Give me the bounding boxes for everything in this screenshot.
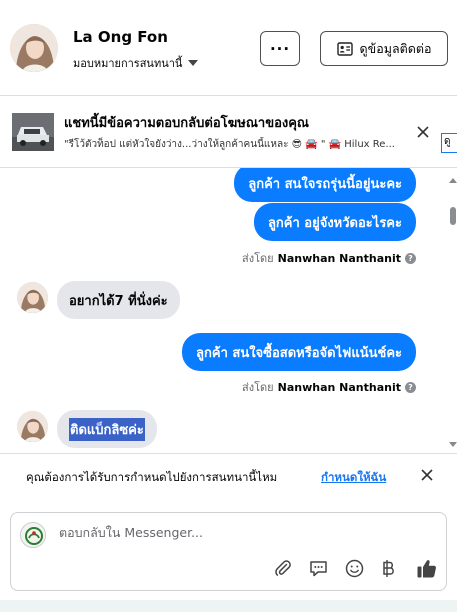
assign-label: มอบหมายการสนทนานี้ bbox=[73, 57, 183, 70]
contact-card-icon bbox=[336, 41, 353, 56]
message-thread[interactable]: ลูกค้า สนใจรถรุ่นนี้อยู่นะคะ ลูกค้า อยู่… bbox=[0, 168, 457, 453]
thumbs-up-icon bbox=[417, 559, 436, 577]
info-icon[interactable]: ? bbox=[405, 252, 416, 264]
paperclip-icon bbox=[275, 560, 291, 576]
assign-to-me-link[interactable]: กำหนดให้ฉัน bbox=[321, 469, 386, 487]
payment-button[interactable] bbox=[378, 557, 400, 579]
emoji-button[interactable] bbox=[343, 557, 365, 579]
message-text: ลูกค้า อยู่จังหวัดอะไรคะ bbox=[267, 215, 402, 231]
message-text: อยากได้7 ที่นั่งค่ะ bbox=[69, 293, 168, 309]
like-button[interactable] bbox=[415, 557, 437, 579]
ad-reply-banner: แชทนี้มีข้อความตอบกลับต่อโฆษณาของคุณ "รี… bbox=[0, 96, 457, 168]
attach-button[interactable] bbox=[272, 557, 294, 579]
chevron-down-icon bbox=[188, 60, 199, 66]
view-contact-button[interactable]: ดูข้อมูลติดต่อ bbox=[320, 31, 448, 66]
saved-replies-button[interactable] bbox=[307, 557, 329, 579]
ad-thumbnail[interactable] bbox=[12, 113, 54, 151]
reminder-text: คุณต้องการได้รับการกำหนดไปยังการสนทนานี้… bbox=[26, 470, 278, 484]
emoji-icon bbox=[345, 559, 363, 577]
message-text: ลูกค้า สนใจซื้อสดหรือจัดไฟแน้นช์คะ bbox=[196, 345, 402, 361]
baht-icon bbox=[383, 559, 394, 577]
incoming-message[interactable]: ติดแบ็กลิซค่ะ bbox=[57, 410, 157, 448]
sent-by-label: ส่งโดย Nanwhan Nanthanit ? bbox=[242, 249, 416, 267]
scrollbar-thumb[interactable] bbox=[450, 207, 456, 225]
close-icon bbox=[421, 469, 433, 481]
outgoing-message[interactable]: ลูกค้า สนใจรถรุ่นนี้อยู่นะคะ bbox=[234, 168, 416, 202]
sender-name: Nanwhan Nanthanit bbox=[277, 251, 401, 265]
ad-banner-title: แชทนี้มีข้อความตอบกลับต่อโฆษณาของคุณ bbox=[64, 116, 309, 131]
chat-bubble-icon bbox=[309, 560, 327, 576]
assign-dropdown[interactable]: มอบหมายการสนทนานี้ bbox=[73, 54, 199, 72]
ad-banner-subtitle: "รีโว้ตัวท็อป แต่หัวใจยังว่าง...ว่างให้ล… bbox=[64, 139, 395, 150]
message-text-selected: ติดแบ็กลิซค่ะ bbox=[69, 417, 145, 441]
contact-avatar-small bbox=[17, 282, 48, 313]
view-contact-label: ดูข้อมูลติดต่อ bbox=[359, 40, 432, 56]
reply-input[interactable] bbox=[59, 525, 429, 540]
more-icon: ··· bbox=[269, 39, 291, 58]
incoming-message[interactable]: อยากได้7 ที่นั่งค่ะ bbox=[57, 281, 180, 319]
sender-name: Nanwhan Nanthanit bbox=[277, 380, 401, 394]
contact-name[interactable]: La Ong Fon bbox=[73, 28, 168, 46]
contact-avatar-small bbox=[17, 411, 48, 442]
sent-by-prefix: ส่งโดย bbox=[242, 381, 274, 394]
assign-reminder-bar: คุณต้องการได้รับการกำหนดไปยังการสนทนานี้… bbox=[0, 453, 457, 499]
ad-view-button[interactable]: ดู bbox=[441, 133, 457, 153]
outgoing-message[interactable]: ลูกค้า สนใจซื้อสดหรือจัดไฟแน้นช์คะ bbox=[182, 333, 416, 371]
message-text: ลูกค้า สนใจรถรุ่นนี้อยู่นะคะ bbox=[248, 176, 402, 192]
bottom-strip bbox=[0, 600, 457, 612]
outgoing-message[interactable]: ลูกค้า อยู่จังหวัดอะไรคะ bbox=[253, 203, 416, 241]
reminder-close-button[interactable] bbox=[420, 467, 434, 486]
more-options-button[interactable]: ··· bbox=[260, 31, 300, 66]
ad-banner-close-button[interactable] bbox=[416, 124, 430, 143]
conversation-header: La Ong Fon มอบหมายการสนทนานี้ ··· ดูข้อม… bbox=[0, 0, 457, 96]
close-icon bbox=[417, 126, 429, 138]
sent-by-prefix: ส่งโดย bbox=[242, 252, 274, 265]
contact-avatar[interactable] bbox=[10, 24, 58, 72]
scroll-up-arrow[interactable] bbox=[449, 178, 457, 183]
message-composer bbox=[10, 512, 447, 591]
sent-by-label: ส่งโดย Nanwhan Nanthanit ? bbox=[242, 378, 416, 396]
info-icon[interactable]: ? bbox=[405, 381, 416, 393]
scroll-down-arrow[interactable] bbox=[449, 442, 457, 447]
page-logo bbox=[20, 522, 46, 548]
